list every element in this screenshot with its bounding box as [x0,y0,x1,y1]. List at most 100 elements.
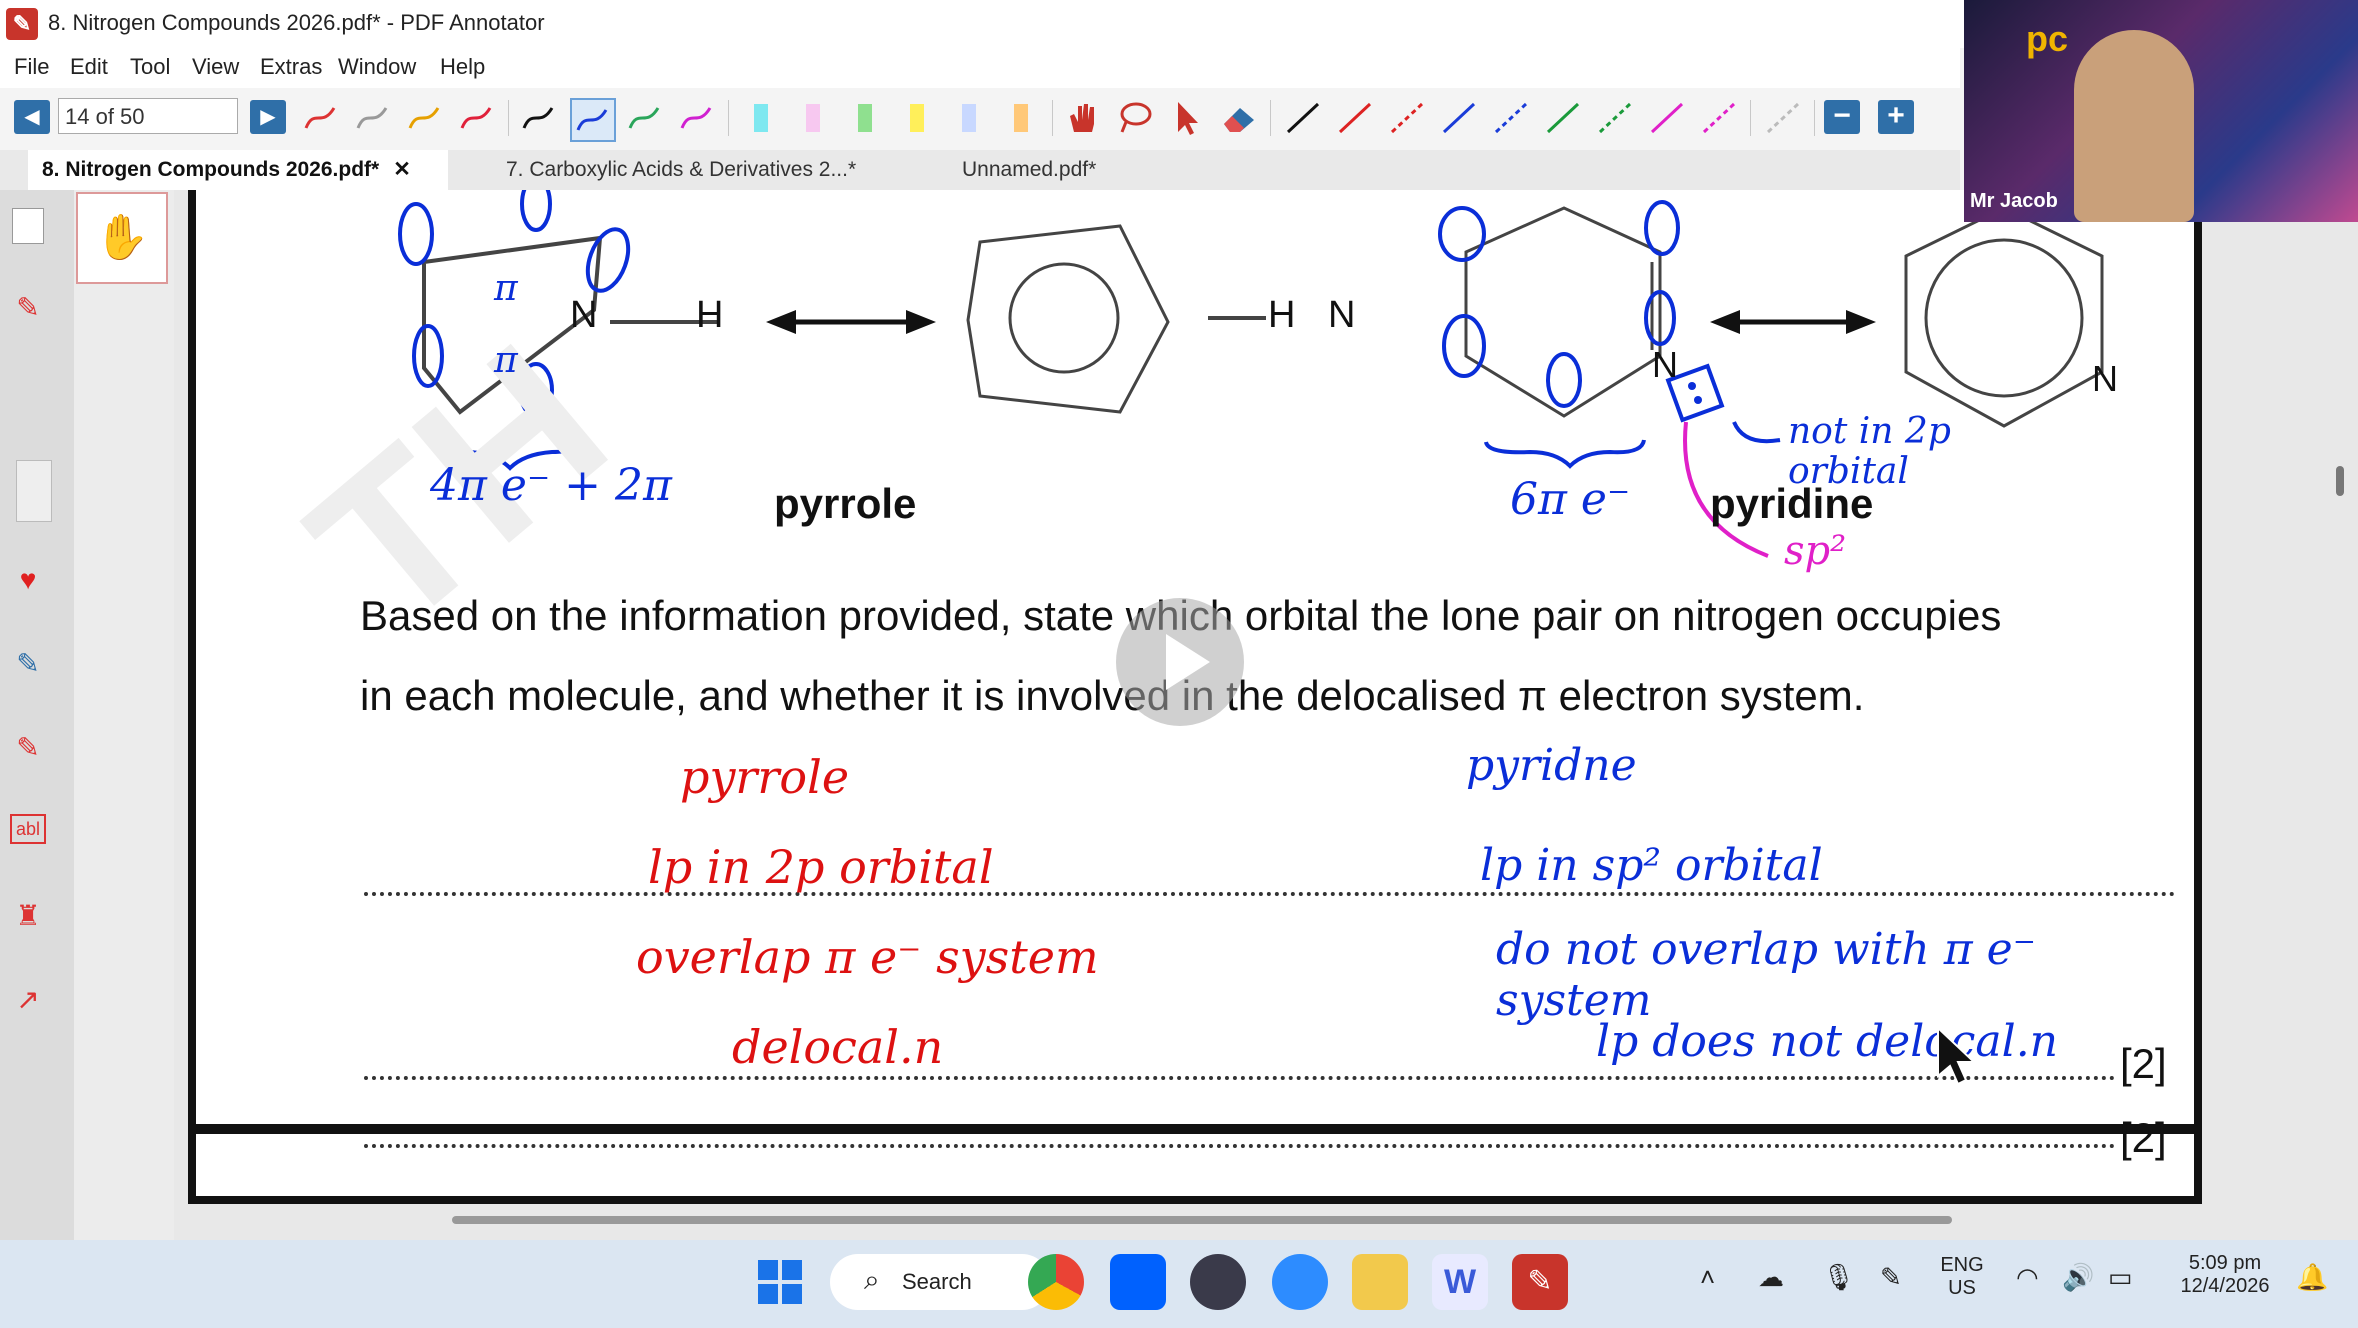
panel-scroll-control[interactable] [16,460,52,522]
dashed-line-tool-grey[interactable] [1762,98,1804,138]
highlighter-green[interactable] [844,98,886,138]
language-indicator[interactable]: ENG US [1938,1254,1986,1300]
volume-icon[interactable]: 🔊 [2062,1262,2094,1293]
toolbar-separator [1052,100,1053,136]
dashed-line-tool-magenta[interactable] [1698,98,1740,138]
highlighter-cyan[interactable] [740,98,782,138]
taskbar-search[interactable]: ⌕ Search [830,1254,1050,1310]
chevron-up-icon[interactable]: ˄ [1700,1262,1715,1293]
lasso-tool-icon[interactable] [1114,98,1156,138]
writing-app-icon[interactable]: W [1432,1254,1488,1310]
region-code: US [1948,1277,1976,1299]
highlighter-icon[interactable]: ✎ [10,730,46,766]
chrome-icon[interactable] [1028,1254,1084,1310]
menu-window[interactable]: Window [338,54,416,80]
battery-icon[interactable]: ▭ [2108,1262,2133,1293]
red-answer-line-1: lp in 2p orbital [648,840,994,894]
dashed-line-tool-green[interactable] [1594,98,1636,138]
line-tool-blue[interactable] [1438,98,1480,138]
answer-line-2 [364,1076,2116,1080]
cloud-icon[interactable]: ☁ [1758,1262,1784,1293]
line-tool-black[interactable] [1282,98,1324,138]
windows-start-icon[interactable] [752,1254,808,1310]
webcam-logo: pc [2026,18,2069,59]
heart-icon[interactable]: ♥ [10,562,46,598]
menu-extras[interactable]: Extras [260,54,322,80]
zoom-in-button[interactable]: + [1878,100,1914,134]
pen-tray-icon[interactable]: ✎ [1880,1262,1902,1293]
pencil-icon[interactable]: ✎ [10,290,46,326]
text-box-icon[interactable]: abl [10,814,46,844]
page-number-input[interactable]: 14 of 50 [58,98,238,134]
dashed-line-tool-red[interactable] [1386,98,1428,138]
toolbar: ◀ 14 of 50 ▶ − + [0,88,1960,151]
pdf-annotator-taskbar-icon[interactable]: ✎ [1512,1254,1568,1310]
line-tool-green[interactable] [1542,98,1584,138]
line-tool-red[interactable] [1334,98,1376,138]
menu-file[interactable]: File [14,54,49,80]
question-line-2: in each molecule, and whether it is invo… [360,672,1865,719]
previous-page-button[interactable]: ◀ [14,100,50,134]
quill-app-icon[interactable] [1190,1254,1246,1310]
next-page-button[interactable]: ▶ [250,100,286,134]
zoom-out-button[interactable]: − [1824,100,1860,134]
pyrrole-annotated-hydrogen: H [696,294,724,336]
menu-tool[interactable]: Tool [130,54,170,80]
pen-tool-crimson[interactable] [456,98,498,138]
pyrrole-electron-count: 4π e⁻ + 2π [430,460,672,511]
window-title: 8. Nitrogen Compounds 2026.pdf* - PDF An… [48,10,545,35]
zoom-icon[interactable] [1272,1254,1328,1310]
menu-bar: File Edit Tool View Extras Window Help [0,48,1960,88]
pen-tool-red[interactable] [300,98,342,138]
pen-tool-magenta[interactable] [676,98,718,138]
highlighter-orange[interactable] [1000,98,1042,138]
menu-help[interactable]: Help [440,54,485,80]
dashed-line-tool-blue[interactable] [1490,98,1532,138]
pen-tool-black[interactable] [518,98,560,138]
vertical-scrollbar[interactable] [2336,466,2344,496]
toolbar-separator [1270,100,1271,136]
tab-nitrogen-compounds[interactable]: 8. Nitrogen Compounds 2026.pdf* ✕ [28,150,448,190]
microphone-icon[interactable]: 🎙 [1822,1262,1855,1293]
stamp-icon[interactable]: ♜ [10,898,46,934]
menu-edit[interactable]: Edit [70,54,108,80]
video-play-button[interactable] [1116,598,1244,726]
document-tab-bar: 8. Nitrogen Compounds 2026.pdf* ✕ 7. Carb… [0,150,1960,190]
menu-view[interactable]: View [192,54,239,80]
pen-tool-green[interactable] [624,98,666,138]
highlighter-yellow[interactable] [896,98,938,138]
next-page-answer-line [364,1144,2116,1148]
select-pointer-icon[interactable] [1166,98,1208,138]
pen-tool-orange[interactable] [404,98,446,138]
tab-carboxylic-acids[interactable]: 7. Carboxylic Acids & Derivatives 2...* [492,150,892,190]
pen-icon[interactable]: ✎ [10,646,46,682]
file-explorer-icon[interactable] [1352,1254,1408,1310]
left-tool-panel: ✎ ♥ ✎ ✎ abl ♜ ↗ [0,190,74,1240]
pyrrole-clean-hydrogen: H [1268,294,1296,336]
tab-label: 8. Nitrogen Compounds 2026.pdf* [42,158,380,181]
notification-bell-icon[interactable]: 🔔 [2296,1262,2328,1293]
dropbox-icon[interactable] [1110,1254,1166,1310]
wifi-icon[interactable]: ◠ [2016,1262,2039,1293]
close-tab-icon[interactable]: ✕ [393,158,411,181]
blue-heading-pyridine: pyridne [1466,740,1637,791]
pi-annotation-1: π [494,268,518,309]
pen-tool-grey[interactable] [352,98,394,138]
highlighter-pink[interactable] [792,98,834,138]
hand-icon: ✋ [94,213,150,262]
line-tool-magenta[interactable] [1646,98,1688,138]
clock[interactable]: 5:09 pm 12/4/2026 [2170,1252,2280,1298]
tab-unnamed[interactable]: Unnamed.pdf* [948,150,1148,190]
pen-tool-blue-selected[interactable] [570,98,616,142]
horizontal-scrollbar[interactable] [452,1216,1952,1224]
pyridine-lone-pair-note: not in 2p orbital [1788,411,1951,492]
red-answer-line-3: delocal.n [732,1020,944,1074]
hand-thumbnail[interactable]: ✋ [76,192,168,284]
highlighter-lightblue[interactable] [948,98,990,138]
eraser-icon[interactable] [1218,98,1260,138]
page-icon[interactable] [12,208,44,244]
answer-line-1 [364,892,2176,896]
search-label: Search [902,1269,972,1294]
hand-tool-icon[interactable] [1062,98,1104,138]
arrow-icon[interactable]: ↗ [10,982,46,1018]
